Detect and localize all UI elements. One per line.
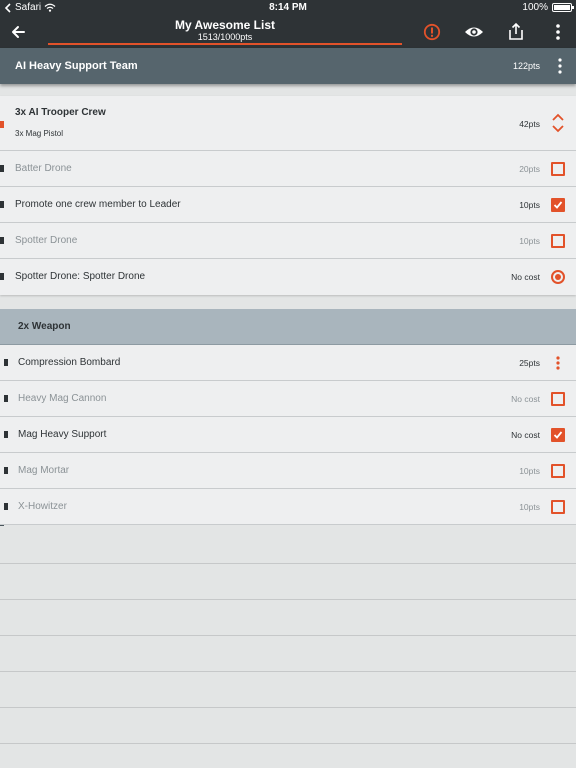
status-bar: Safari 8:14 PM 100% bbox=[0, 0, 576, 16]
option-radio-selected[interactable] bbox=[551, 270, 565, 284]
list-title-box[interactable]: My Awesome List 1513/1000pts bbox=[48, 18, 402, 43]
option-checkbox-checked[interactable] bbox=[551, 198, 565, 212]
back-arrow-icon[interactable] bbox=[8, 22, 28, 42]
option-checkbox[interactable] bbox=[551, 162, 565, 176]
team-header[interactable]: AI Heavy Support Team 122pts bbox=[0, 48, 576, 84]
option-label: Spotter Drone: Spotter Drone bbox=[15, 271, 146, 282]
unit-loadout: 3x Mag Pistol bbox=[15, 129, 64, 138]
weapon-group-header[interactable]: 2x Weapon bbox=[0, 309, 576, 345]
unit-marker bbox=[0, 121, 4, 128]
checkmark-icon bbox=[553, 201, 563, 209]
weapon-points: 10pts bbox=[519, 466, 540, 476]
option-points: 20pts bbox=[519, 164, 540, 174]
unit-points: 42pts bbox=[519, 119, 540, 129]
checkmark-icon bbox=[553, 431, 563, 439]
option-row[interactable]: Spotter Drone: Spotter Drone No cost bbox=[0, 259, 576, 295]
share-icon[interactable] bbox=[506, 22, 526, 42]
weapon-checkbox[interactable] bbox=[551, 464, 565, 478]
list-points: 1513/1000pts bbox=[197, 32, 253, 42]
unit-name: 3x AI Trooper Crew bbox=[15, 107, 106, 118]
option-points: 10pts bbox=[519, 200, 540, 210]
empty-row-divider bbox=[0, 707, 576, 708]
more-vert-icon[interactable] bbox=[548, 22, 568, 42]
weapon-points: No cost bbox=[511, 430, 540, 440]
team-name: AI Heavy Support Team bbox=[15, 60, 138, 72]
weapon-group: 2x Weapon Compression Bombard 25pts Heav… bbox=[0, 309, 576, 526]
app-bar: My Awesome List 1513/1000pts bbox=[0, 16, 576, 48]
weapon-checkbox-checked[interactable] bbox=[551, 428, 565, 442]
weapon-label: Mag Mortar bbox=[18, 465, 70, 476]
warning-icon[interactable] bbox=[422, 22, 442, 42]
empty-row-divider bbox=[0, 743, 576, 744]
option-points: No cost bbox=[511, 272, 540, 282]
weapon-label: X-Howitzer bbox=[18, 501, 67, 512]
weapon-group-title: 2x Weapon bbox=[18, 321, 71, 332]
expand-collapse-icon[interactable] bbox=[551, 112, 565, 134]
weapon-row[interactable]: Compression Bombard 25pts bbox=[0, 345, 576, 381]
row-marker bbox=[0, 165, 4, 172]
row-marker bbox=[4, 503, 8, 510]
weapon-label: Heavy Mag Cannon bbox=[18, 393, 107, 404]
battery-percent: 100% bbox=[522, 2, 548, 13]
unit-card: 3x AI Trooper Crew 3x Mag Pistol 42pts B… bbox=[0, 96, 576, 295]
row-marker bbox=[4, 467, 8, 474]
weapon-label: Compression Bombard bbox=[18, 357, 121, 368]
option-row[interactable]: Batter Drone 20pts bbox=[0, 151, 576, 187]
empty-row-divider bbox=[0, 599, 576, 600]
row-marker bbox=[4, 431, 8, 438]
weapon-points: No cost bbox=[511, 394, 540, 404]
status-right: 100% bbox=[522, 2, 574, 13]
weapon-checkbox[interactable] bbox=[551, 500, 565, 514]
empty-row-divider bbox=[0, 635, 576, 636]
option-row[interactable]: Promote one crew member to Leader 10pts bbox=[0, 187, 576, 223]
row-marker bbox=[0, 201, 4, 208]
weapon-points: 10pts bbox=[519, 502, 540, 512]
weapon-checkbox[interactable] bbox=[551, 392, 565, 406]
row-marker bbox=[0, 273, 4, 280]
option-points: 10pts bbox=[519, 236, 540, 246]
team-more-icon[interactable] bbox=[556, 57, 564, 75]
weapon-row[interactable]: Mag Heavy Support No cost bbox=[0, 417, 576, 453]
option-label: Batter Drone bbox=[15, 163, 72, 174]
status-time: 8:14 PM bbox=[269, 2, 307, 13]
weapon-row[interactable]: X-Howitzer 10pts bbox=[0, 489, 576, 525]
unit-row[interactable]: 3x AI Trooper Crew 3x Mag Pistol 42pts bbox=[0, 96, 576, 151]
battery-icon bbox=[552, 3, 574, 12]
weapon-row[interactable]: Heavy Mag Cannon No cost bbox=[0, 381, 576, 417]
list-title: My Awesome List bbox=[174, 18, 276, 32]
row-marker bbox=[0, 237, 4, 244]
empty-row-divider bbox=[0, 563, 576, 564]
option-label: Spotter Drone bbox=[15, 235, 78, 246]
option-checkbox[interactable] bbox=[551, 234, 565, 248]
eye-icon[interactable] bbox=[464, 22, 484, 42]
row-marker bbox=[4, 359, 8, 366]
option-row[interactable]: Spotter Drone 10pts bbox=[0, 223, 576, 259]
row-marker bbox=[4, 395, 8, 402]
weapon-row[interactable]: Mag Mortar 10pts bbox=[0, 453, 576, 489]
option-label: Promote one crew member to Leader bbox=[15, 199, 181, 210]
weapon-label: Mag Heavy Support bbox=[18, 429, 107, 440]
weapon-more-icon[interactable] bbox=[551, 356, 565, 370]
weapon-points: 25pts bbox=[519, 358, 540, 368]
team-points: 122pts bbox=[512, 61, 540, 71]
points-progress-bar bbox=[48, 43, 402, 45]
empty-row-divider bbox=[0, 671, 576, 672]
